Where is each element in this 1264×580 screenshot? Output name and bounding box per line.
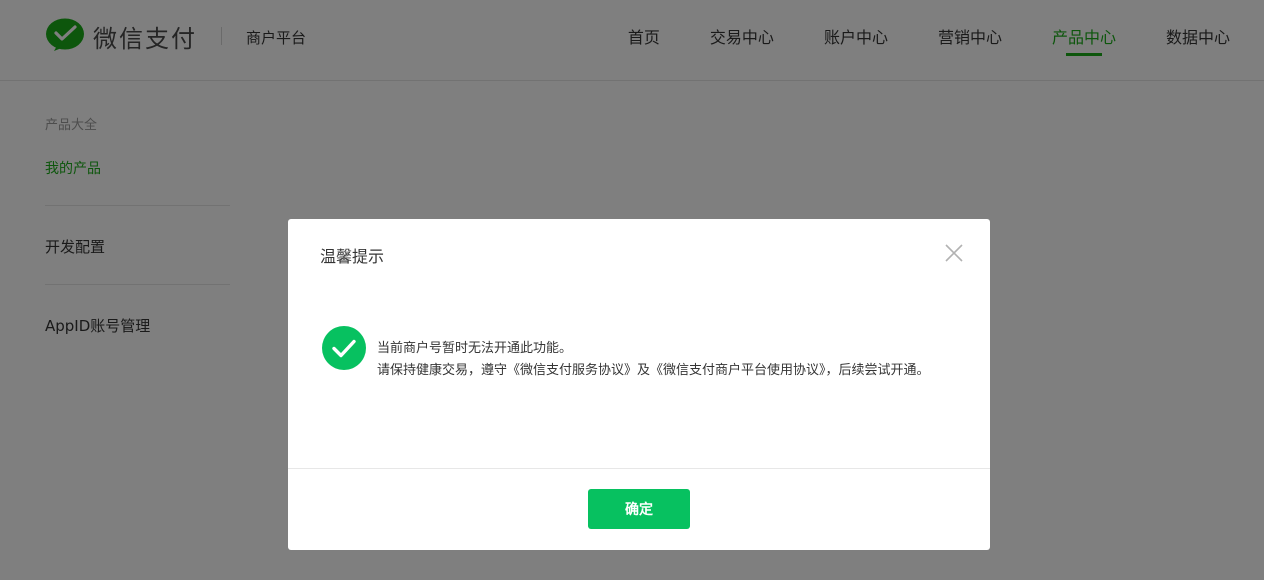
check-circle-icon [322,326,366,370]
dialog-message: 当前商户号暂时无法开通此功能。 请保持健康交易，遵守《微信支付服务协议》及《微信… [377,338,957,382]
dialog-message-line: 请保持健康交易，遵守《微信支付服务协议》及《微信支付商户平台使用协议》，后续尝试… [377,363,930,378]
dialog-message-line: 当前商户号暂时无法开通此功能。 [377,341,573,356]
dialog-footer-divider [288,468,990,469]
notice-dialog: 温馨提示 当前商户号暂时无法开通此功能。 请保持健康交易，遵守《微信支付服务协议… [288,219,990,550]
dialog-title: 温馨提示 [320,247,385,266]
close-icon[interactable] [944,243,964,263]
confirm-button[interactable]: 确定 [588,489,690,529]
